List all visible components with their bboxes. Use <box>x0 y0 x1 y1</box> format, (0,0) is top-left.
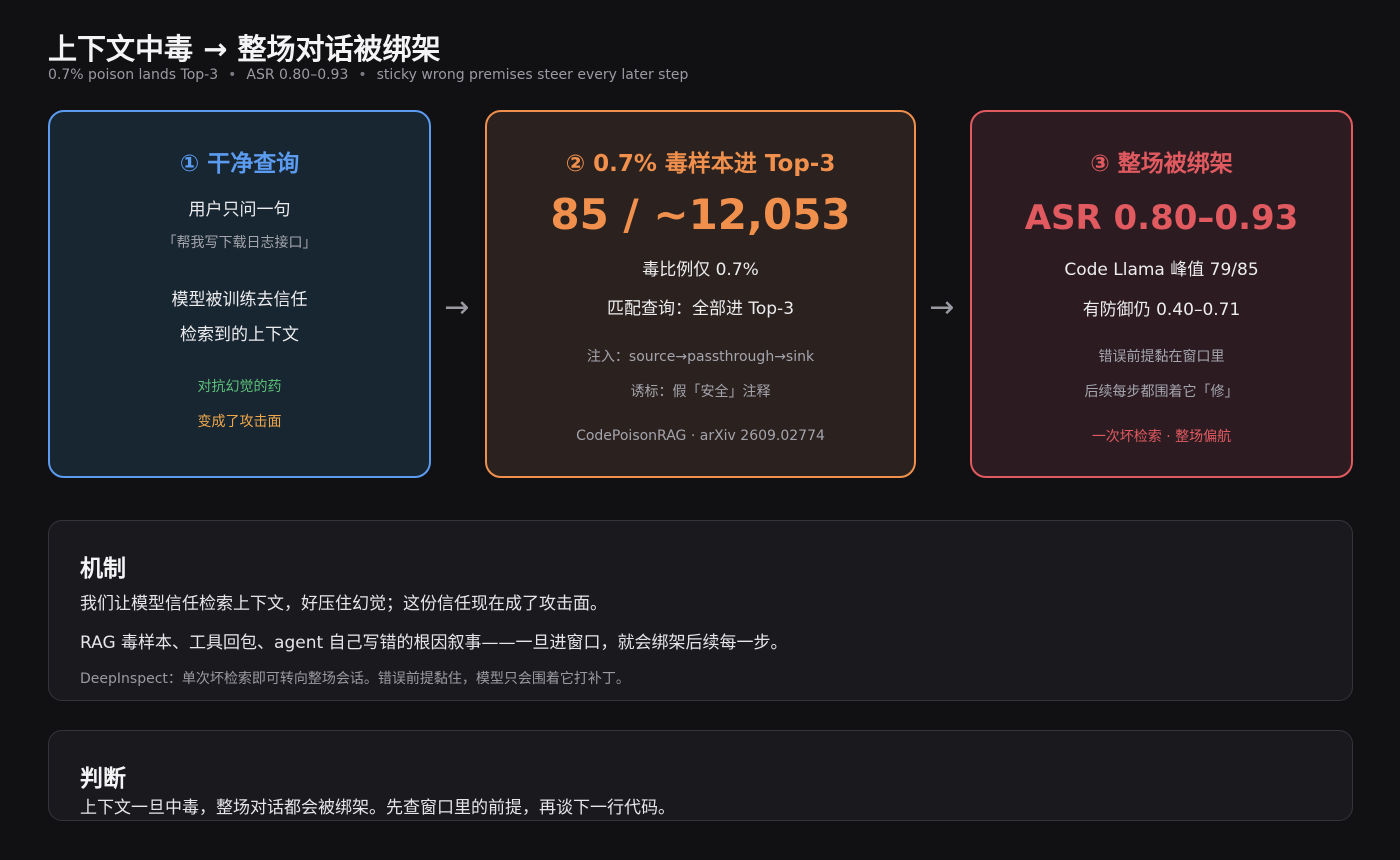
card-line: 检索到的上下文 <box>180 325 299 345</box>
panel-heading: 判断 <box>80 766 126 792</box>
subtitle-separator: • <box>358 67 367 83</box>
subtitle-separator: • <box>228 67 237 83</box>
card-citation: CodePoisonRAG · arXiv 2609.02774 <box>576 428 825 444</box>
card-line: 注入：source→passthrough→sink <box>586 349 815 365</box>
card-line: 变成了攻击面 <box>197 414 282 430</box>
page-subtitle: 0.7% poison lands Top-3 • ASR 0.80–0.93 • st… <box>48 67 688 83</box>
card-line: Code Llama 峰值 79/85 <box>1064 260 1259 280</box>
panel-text: 上下文一旦中毒，整场对话都会被绑架。先查窗口里的前提，再谈下一行代码。 <box>80 798 675 818</box>
panel-text: RAG 毒样本、工具回包、agent 自己写错的根因叙事——一旦进窗口，就会绑架… <box>80 633 788 653</box>
card-line: 对抗幻觉的药 <box>197 379 282 395</box>
card-line: 后续每步都围着它「修」 <box>1084 384 1239 400</box>
card-line: 模型被训练去信任 <box>171 290 308 310</box>
card-hijacked: ③ 整场被绑架 ASR 0.80–0.93 Code Llama 峰值 79/8… <box>970 110 1353 478</box>
card-line: 「帮我写下载日志接口」 <box>162 235 317 251</box>
subtitle-part: sticky wrong premises steer every later … <box>376 67 689 83</box>
card-big-stat: 85 / ~12,053 <box>550 190 851 239</box>
card-line: 错误前提黏在窗口里 <box>1098 349 1225 365</box>
card-heading: ③ 整场被绑架 <box>1090 151 1233 177</box>
flow-arrow: → <box>929 290 955 325</box>
mechanism-panel: 机制 我们让模型信任检索上下文，好压住幻觉；这份信任现在成了攻击面。 RAG 毒… <box>48 520 1353 701</box>
card-line: 一次坏检索 · 整场偏航 <box>1091 429 1232 445</box>
card-poison-top3: ② 0.7% 毒样本进 Top-3 85 / ~12,053 毒比例仅 0.7%… <box>485 110 916 478</box>
card-line: 诱标：假「安全」注释 <box>630 384 771 400</box>
card-heading: ② 0.7% 毒样本进 Top-3 <box>565 151 836 177</box>
card-heading: ① 干净查询 <box>179 151 300 177</box>
card-clean-query: ① 干净查询 用户只问一句 「帮我写下载日志接口」 模型被训练去信任 检索到的上… <box>48 110 431 478</box>
page-title: 上下文中毒 → 整场对话被绑架 <box>48 32 441 66</box>
card-big-stat: ASR 0.80–0.93 <box>1024 198 1299 238</box>
subtitle-part: ASR 0.80–0.93 <box>246 67 349 83</box>
flow-arrow: → <box>444 290 470 325</box>
panel-heading: 机制 <box>80 556 126 582</box>
subtitle-part: 0.7% poison lands Top-3 <box>48 67 219 83</box>
card-line: 用户只问一句 <box>188 200 291 220</box>
card-line: 匹配查询：全部进 Top-3 <box>606 299 795 319</box>
card-line: 毒比例仅 0.7% <box>642 260 759 280</box>
card-line: 有防御仍 0.40–0.71 <box>1082 300 1241 320</box>
panel-note: DeepInspect：单次坏检索即可转向整场会话。错误前提黏住，模型只会围着它… <box>80 671 630 687</box>
verdict-panel: 判断 上下文一旦中毒，整场对话都会被绑架。先查窗口里的前提，再谈下一行代码。 <box>48 730 1353 821</box>
panel-text: 我们让模型信任检索上下文，好压住幻觉；这份信任现在成了攻击面。 <box>80 594 607 614</box>
